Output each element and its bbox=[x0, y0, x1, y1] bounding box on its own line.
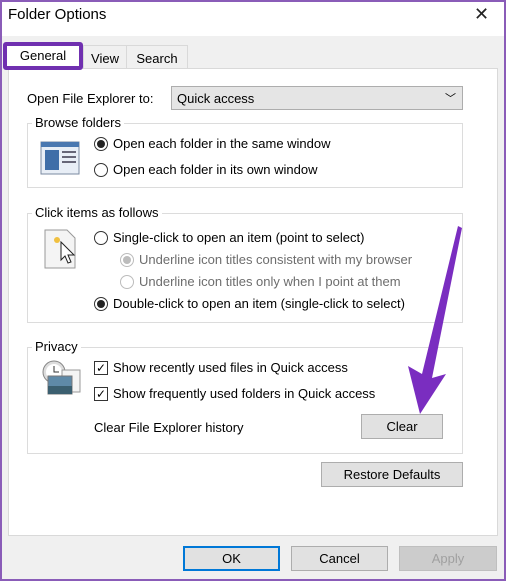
checkbox-frequent-folders[interactable]: ✓ bbox=[94, 387, 108, 401]
tab-label: General bbox=[19, 48, 67, 63]
cancel-button[interactable]: Cancel bbox=[291, 546, 388, 571]
single-click-label: Single-click to open an item (point to s… bbox=[113, 230, 365, 245]
clear-button[interactable]: Clear bbox=[361, 414, 443, 439]
click-items-legend: Click items as follows bbox=[32, 206, 162, 220]
radio-own-window[interactable] bbox=[94, 163, 108, 177]
tab-general[interactable]: General bbox=[3, 42, 83, 70]
tab-label: Search bbox=[136, 51, 178, 66]
restore-defaults-button[interactable]: Restore Defaults bbox=[321, 462, 463, 487]
tab-label: View bbox=[91, 51, 119, 66]
privacy-legend: Privacy bbox=[32, 340, 81, 354]
browse-folders-legend: Browse folders bbox=[32, 116, 124, 130]
frequent-folders-label: Show frequently used folders in Quick ac… bbox=[113, 386, 376, 401]
clear-history-label: Clear File Explorer history bbox=[94, 420, 244, 435]
apply-button[interactable]: Apply bbox=[399, 546, 497, 571]
title-bar: Folder Options ✕ bbox=[0, 0, 506, 36]
window-title: Folder Options bbox=[8, 6, 107, 23]
window-icon bbox=[40, 141, 80, 175]
tab-search[interactable]: Search bbox=[126, 45, 188, 69]
pointer-icon bbox=[44, 229, 76, 269]
ok-button[interactable]: OK bbox=[183, 546, 280, 571]
dropdown-value: Quick access bbox=[177, 91, 255, 106]
radio-underline-point[interactable] bbox=[120, 275, 134, 289]
open-to-label: Open File Explorer to: bbox=[27, 91, 154, 106]
open-to-dropdown[interactable]: Quick access ﹀ bbox=[171, 86, 463, 110]
browse-folders-group bbox=[27, 123, 463, 188]
same-window-label: Open each folder in the same window bbox=[113, 136, 331, 151]
underline-browser-label: Underline icon titles consistent with my… bbox=[139, 252, 413, 267]
radio-same-window[interactable] bbox=[94, 137, 108, 151]
chevron-down-icon: ﹀ bbox=[445, 93, 456, 105]
checkbox-recent-files[interactable]: ✓ bbox=[94, 361, 108, 375]
close-icon[interactable]: ✕ bbox=[474, 4, 489, 25]
own-window-label: Open each folder in its own window bbox=[113, 162, 318, 177]
radio-underline-browser[interactable] bbox=[120, 253, 134, 267]
tab-view[interactable]: View bbox=[83, 45, 127, 69]
history-clock-icon bbox=[42, 360, 81, 395]
double-click-label: Double-click to open an item (single-cli… bbox=[113, 296, 405, 311]
underline-point-label: Underline icon titles only when I point … bbox=[139, 274, 401, 289]
radio-single-click[interactable] bbox=[94, 231, 108, 245]
radio-double-click[interactable] bbox=[94, 297, 108, 311]
recent-files-label: Show recently used files in Quick access bbox=[113, 360, 348, 375]
